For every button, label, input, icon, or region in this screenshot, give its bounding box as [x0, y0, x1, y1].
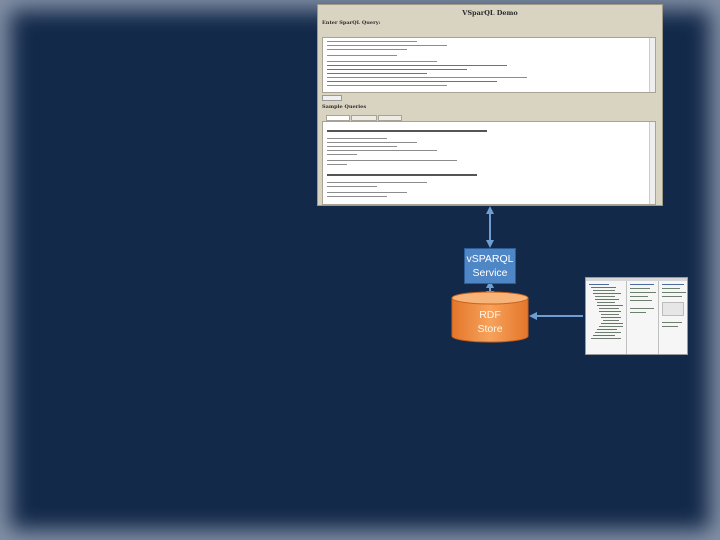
- connector-arrows: [486, 206, 583, 320]
- rdf-store-label: RDF Store: [451, 308, 529, 336]
- vsparql-service-box: vSPARQL Service: [464, 248, 516, 284]
- service-label-line1: vSPARQL: [466, 253, 514, 265]
- slide-background: VSparQL Demo Enter SparQL Query: Sample …: [0, 0, 720, 540]
- service-label-line2: Service: [472, 267, 508, 279]
- store-label-line1: RDF: [479, 309, 501, 321]
- store-label-line2: Store: [477, 323, 503, 335]
